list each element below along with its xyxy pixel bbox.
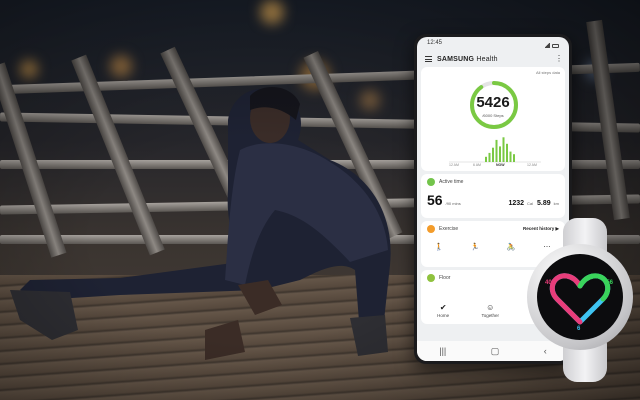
signal-icon bbox=[544, 43, 550, 48]
app-bar: SAMSUNG Health ⋮ bbox=[417, 51, 569, 67]
distance-value: 5.89 bbox=[537, 200, 551, 207]
axis-label: NOW bbox=[496, 163, 505, 167]
active-time-label: Active time bbox=[439, 179, 464, 185]
system-navigation-bar: ||| ▢ ‹ bbox=[417, 341, 569, 361]
histogram-bar bbox=[492, 147, 494, 162]
status-bar: 12:45 bbox=[417, 37, 569, 51]
status-icons bbox=[544, 40, 559, 51]
all-steps-link[interactable]: All steps data bbox=[536, 70, 560, 75]
watch-left-value: 405 bbox=[545, 280, 556, 286]
people-icon: ☺ bbox=[486, 303, 495, 312]
steps-histogram bbox=[449, 137, 541, 163]
run-icon[interactable]: 🏃 bbox=[465, 240, 485, 253]
heart-ring-green bbox=[577, 273, 611, 302]
axis-label: 6 AM bbox=[473, 163, 481, 167]
app-title-light: Health bbox=[476, 55, 498, 63]
heart-ring-pink bbox=[549, 273, 583, 325]
home-icon: ✔ bbox=[439, 303, 447, 312]
floor-label: Floor bbox=[439, 275, 451, 281]
home-button-icon[interactable]: ▢ bbox=[491, 346, 500, 357]
axis-label: 12 AM bbox=[527, 163, 537, 167]
walk-icon[interactable]: 🚶 bbox=[429, 240, 449, 253]
active-time-values: 56 /90 mins 1232 Cal 5.89 km bbox=[427, 192, 559, 208]
steps-count: 5426 bbox=[476, 94, 510, 111]
distance-unit: km bbox=[553, 201, 559, 206]
recent-history-link[interactable]: Recent history ▶ bbox=[523, 226, 559, 232]
more-options-icon[interactable]: ⋮ bbox=[555, 55, 563, 63]
active-minutes-unit: /90 mins bbox=[445, 201, 461, 206]
clock-icon bbox=[427, 178, 435, 186]
tab-together-label: Together bbox=[481, 313, 499, 318]
app-title-bold: SAMSUNG bbox=[437, 55, 475, 63]
histogram-bar bbox=[495, 139, 498, 162]
active-time-card[interactable]: Active time 56 /90 mins 1232 Cal 5.89 km bbox=[421, 174, 565, 218]
histogram-bar bbox=[506, 143, 508, 162]
cycle-icon[interactable]: 🚴 bbox=[501, 240, 521, 253]
battery-icon bbox=[552, 43, 559, 48]
watch-face: 405 56 6 bbox=[537, 254, 623, 340]
histogram-bar bbox=[485, 156, 487, 162]
axis-label: 12 AM bbox=[449, 163, 459, 167]
stairs-icon bbox=[427, 274, 435, 282]
tab-together[interactable]: ☺ Together bbox=[481, 303, 499, 319]
histogram-bar bbox=[499, 146, 501, 162]
exercise-activities: 🚶 🏃 🚴 ⋯ bbox=[427, 240, 559, 253]
active-minutes: 56 bbox=[427, 192, 443, 208]
calories-value: 1232 bbox=[508, 200, 525, 207]
status-time: 12:45 bbox=[427, 40, 443, 46]
steps-card[interactable]: All steps data 5426 /6000 Steps 12 AM 6 … bbox=[421, 67, 565, 171]
histogram-bar bbox=[509, 151, 512, 162]
tab-home-label: Home bbox=[437, 313, 450, 318]
histogram-bar bbox=[513, 154, 515, 162]
watch-right-value: 56 bbox=[606, 280, 613, 286]
recents-icon[interactable]: ||| bbox=[439, 346, 446, 356]
app-title: SAMSUNG Health bbox=[437, 56, 550, 63]
active-time-header: Active time bbox=[427, 178, 559, 186]
calories-unit: Cal bbox=[527, 201, 534, 206]
histogram-bar bbox=[502, 137, 505, 162]
steps-goal: /6000 Steps bbox=[482, 113, 504, 118]
runner-icon bbox=[427, 225, 435, 233]
histogram-bar bbox=[488, 152, 491, 162]
watch-bottom-value: 6 bbox=[577, 326, 581, 332]
back-icon[interactable]: ‹ bbox=[544, 346, 547, 356]
hamburger-menu-icon[interactable] bbox=[425, 56, 432, 62]
tab-home[interactable]: ✔ Home bbox=[437, 303, 450, 319]
exercise-label: Exercise bbox=[439, 226, 459, 232]
